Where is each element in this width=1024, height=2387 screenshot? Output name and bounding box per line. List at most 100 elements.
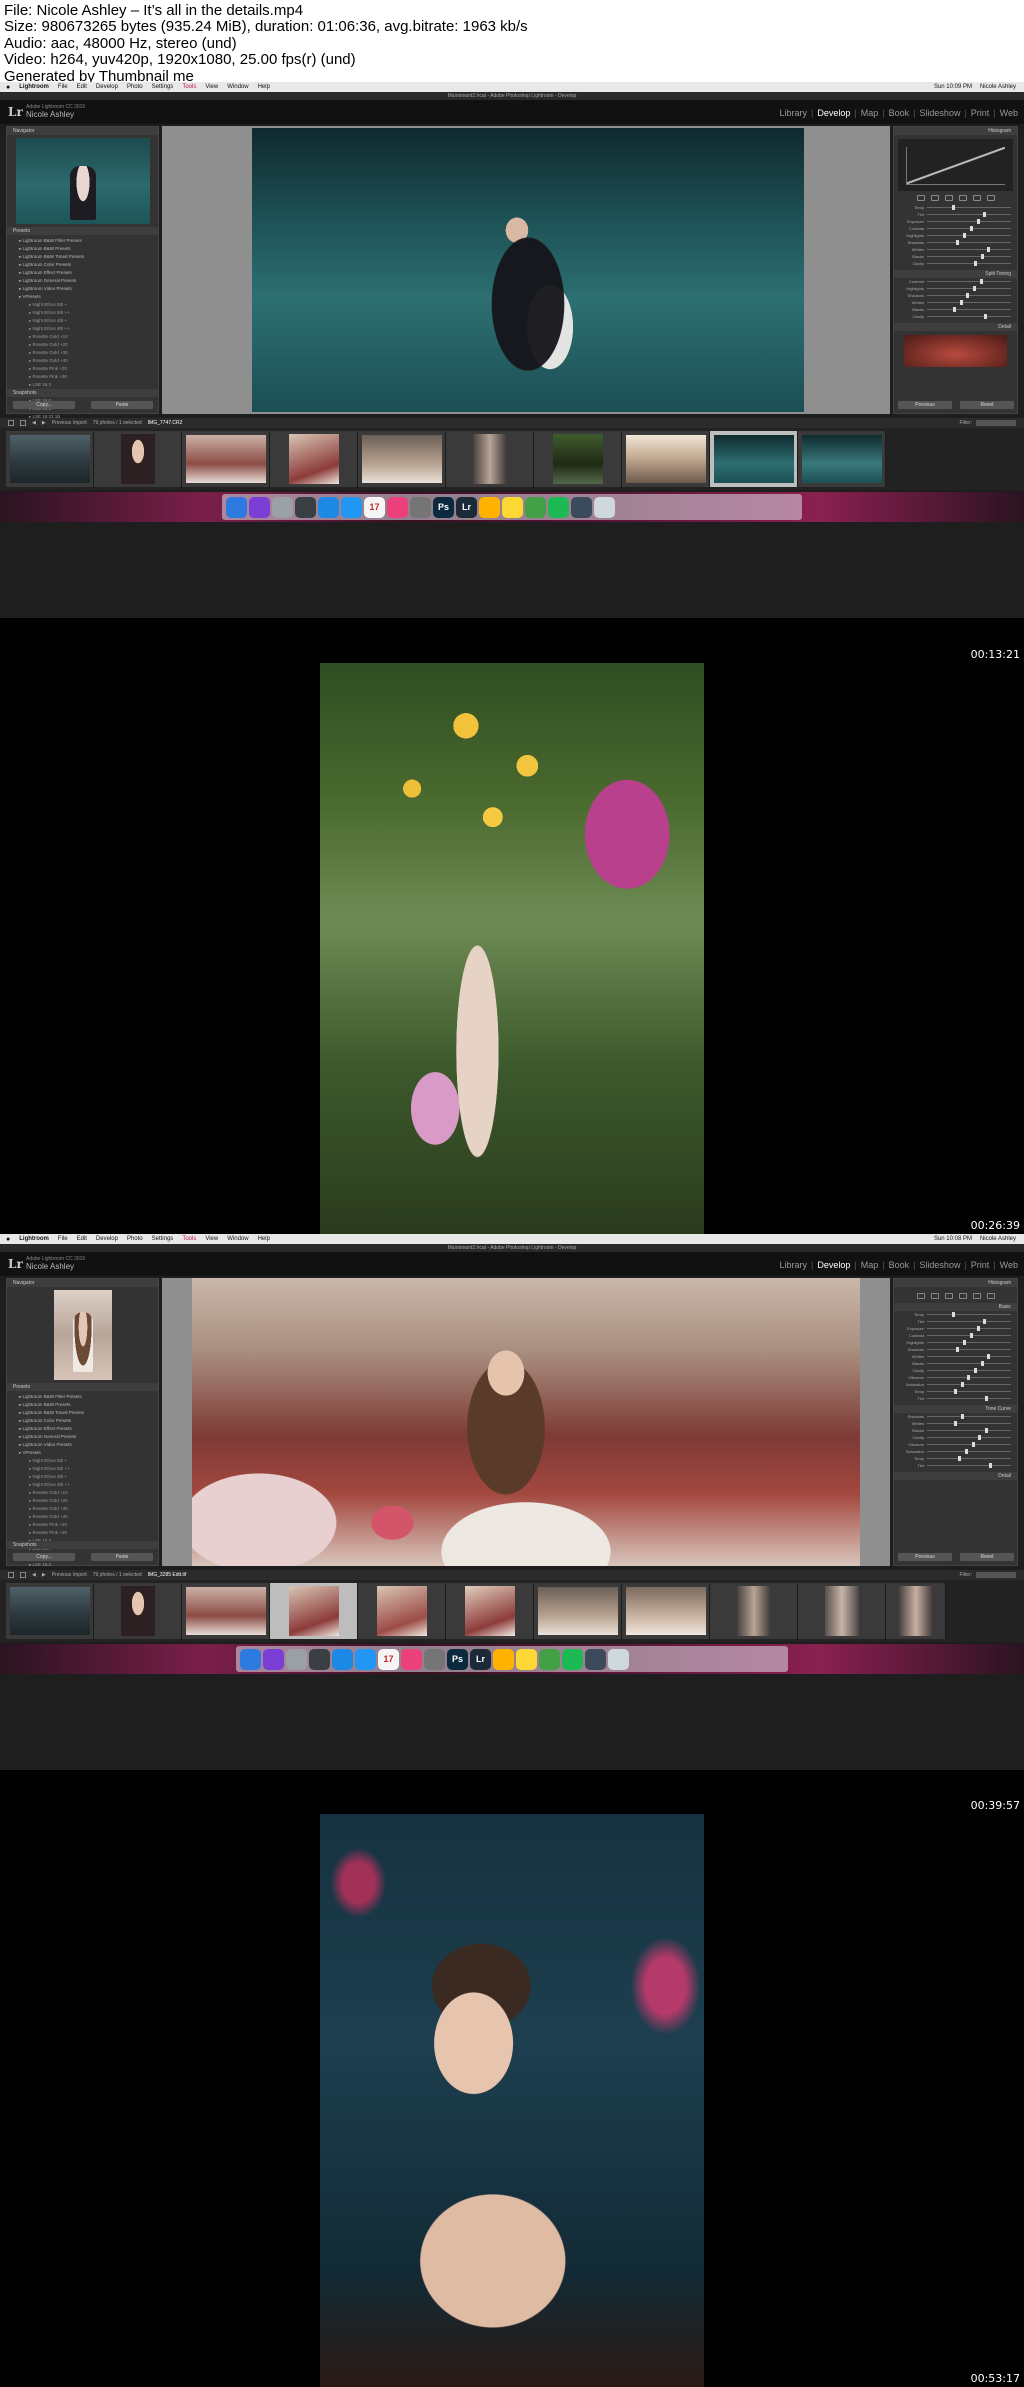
snapshots-header[interactable]: Snapshots xyxy=(7,389,158,397)
copy-button[interactable]: Copy... xyxy=(13,1553,75,1561)
preset-item[interactable]: ▸ Lightroom General Presets xyxy=(13,1433,152,1441)
previous-button[interactable]: Previous xyxy=(898,1553,952,1561)
back-arrow-icon[interactable]: ◀ xyxy=(32,1572,36,1578)
menu-lightroom[interactable]: Lightroom xyxy=(19,1236,49,1242)
redeye-tool-icon[interactable] xyxy=(944,195,953,201)
slider-knob[interactable] xyxy=(952,205,956,210)
filter-dropdown[interactable] xyxy=(976,420,1016,426)
slider-track[interactable] xyxy=(927,261,1011,266)
slider-track[interactable] xyxy=(927,1389,1011,1394)
slider-knob[interactable] xyxy=(953,307,957,312)
adjustment-slider[interactable]: Clarity xyxy=(900,1367,1011,1374)
preset-item[interactable]: ▸ Rosette Pink +20 xyxy=(13,365,152,373)
slider-track[interactable] xyxy=(927,240,1011,245)
menubar-user[interactable]: Nicole Ashley xyxy=(980,84,1016,90)
preset-item[interactable]: ▸ VPresets xyxy=(13,293,152,301)
adjustment-slider[interactable]: Blacks xyxy=(900,1427,1011,1434)
finder-icon[interactable] xyxy=(240,1648,261,1670)
menu-photo[interactable]: Photo xyxy=(127,1236,143,1242)
slider-knob[interactable] xyxy=(974,261,978,266)
adjustment-slider[interactable]: Temp xyxy=(900,1455,1011,1462)
apple-icon[interactable]: ● xyxy=(6,84,10,91)
slider-track[interactable] xyxy=(927,1435,1011,1440)
preset-item[interactable]: ▸ Lightroom Color Presets xyxy=(13,1417,152,1425)
adjustment-slider[interactable]: Shadows xyxy=(900,292,1011,299)
slider-knob[interactable] xyxy=(969,1333,973,1338)
filmstrip-thumb[interactable] xyxy=(182,431,270,487)
preset-item[interactable]: ▸ Night Ethos 5th + xyxy=(13,1457,152,1465)
slider-track[interactable] xyxy=(927,279,1011,284)
slider-track[interactable] xyxy=(927,212,1011,217)
spot-tool-icon[interactable] xyxy=(930,1293,939,1299)
slider-knob[interactable] xyxy=(964,1449,968,1454)
adjustment-slider[interactable]: Blacks xyxy=(900,306,1011,313)
paste-button[interactable]: Paste xyxy=(91,1553,153,1561)
preset-item[interactable]: ▸ Rosette Pink +30 xyxy=(13,1529,152,1537)
preset-item[interactable]: ▸ Lightroom B&W Filter Presets xyxy=(13,237,152,245)
quicktime-icon[interactable] xyxy=(571,496,592,518)
module-web[interactable]: Web xyxy=(1000,108,1018,118)
filmstrip-thumb[interactable] xyxy=(622,1583,710,1639)
menu-photo[interactable]: Photo xyxy=(127,84,143,90)
menu-develop[interactable]: Develop xyxy=(96,84,118,90)
photoshop-icon[interactable]: Ps xyxy=(447,1648,468,1670)
slider-track[interactable] xyxy=(927,226,1011,231)
slider-track[interactable] xyxy=(927,300,1011,305)
slider-track[interactable] xyxy=(927,254,1011,259)
preset-item[interactable]: ▸ Rosette Gold +40 xyxy=(13,357,152,365)
slider-track[interactable] xyxy=(927,1421,1011,1426)
menu-file[interactable]: File xyxy=(58,84,68,90)
slider-knob[interactable] xyxy=(952,1312,956,1317)
adjustment-slider[interactable]: Clarity xyxy=(900,313,1011,320)
slider-knob[interactable] xyxy=(980,1361,984,1366)
adjustment-slider[interactable]: Contrast xyxy=(900,225,1011,232)
menu-develop[interactable]: Develop xyxy=(96,1236,118,1242)
preset-item[interactable]: ▸ Lightroom Effect Presets xyxy=(13,1425,152,1433)
slider-knob[interactable] xyxy=(960,1414,964,1419)
slider-track[interactable] xyxy=(927,1319,1011,1324)
spotify-icon[interactable] xyxy=(562,1648,583,1670)
adjustment-slider[interactable]: Vibrance xyxy=(900,1374,1011,1381)
quicktime-icon[interactable] xyxy=(585,1648,606,1670)
menu-edit[interactable]: Edit xyxy=(77,84,87,90)
filmstrip-source[interactable]: Previous Import xyxy=(52,1572,87,1578)
menu-window[interactable]: Window xyxy=(227,84,248,90)
basic-header[interactable]: Basic xyxy=(894,1303,1017,1311)
lightroom-icon[interactable]: Lr xyxy=(456,496,477,518)
slider-knob[interactable] xyxy=(960,1382,964,1387)
adjustment-slider[interactable]: Saturation xyxy=(900,1448,1011,1455)
slider-track[interactable] xyxy=(927,286,1011,291)
system-prefs-icon[interactable] xyxy=(410,496,431,518)
slider-knob[interactable] xyxy=(987,247,991,252)
module-book[interactable]: Book xyxy=(889,1260,910,1270)
radial-tool-icon[interactable] xyxy=(972,1293,981,1299)
notes-icon[interactable] xyxy=(502,496,523,518)
menu-view[interactable]: View xyxy=(205,84,218,90)
menu-file[interactable]: File xyxy=(58,1236,68,1242)
main-photo[interactable] xyxy=(192,1278,860,1566)
brush-tool-icon[interactable] xyxy=(986,195,995,201)
photos-icon[interactable] xyxy=(493,1648,514,1670)
trash-icon[interactable] xyxy=(608,1648,629,1670)
adjustment-slider[interactable]: Tint xyxy=(900,211,1011,218)
adjustment-slider[interactable]: Whites xyxy=(900,299,1011,306)
preset-item[interactable]: ▸ Night Ethos 4th ++ xyxy=(13,325,152,333)
filmstrip-thumb[interactable] xyxy=(622,431,710,487)
filter-dropdown[interactable] xyxy=(976,1572,1016,1578)
adjustment-slider[interactable]: Shadows xyxy=(900,1346,1011,1353)
snapshots-header[interactable]: Snapshots xyxy=(7,1541,158,1549)
slider-knob[interactable] xyxy=(956,1347,960,1352)
slider-knob[interactable] xyxy=(978,1435,982,1440)
filmstrip-source[interactable]: Previous Import xyxy=(52,420,87,426)
slider-track[interactable] xyxy=(927,1333,1011,1338)
slider-track[interactable] xyxy=(927,1312,1011,1317)
slider-knob[interactable] xyxy=(973,286,977,291)
preset-item[interactable]: ▸ Lightroom B&W Presets xyxy=(13,1401,152,1409)
slider-knob[interactable] xyxy=(979,279,983,284)
slider-track[interactable] xyxy=(927,1368,1011,1373)
mission-control-icon[interactable] xyxy=(295,496,316,518)
adjustment-slider[interactable]: Temp xyxy=(900,1311,1011,1318)
slider-knob[interactable] xyxy=(966,293,970,298)
safari-icon[interactable] xyxy=(355,1648,376,1670)
preset-item[interactable]: ▸ Lightroom Video Presets xyxy=(13,285,152,293)
